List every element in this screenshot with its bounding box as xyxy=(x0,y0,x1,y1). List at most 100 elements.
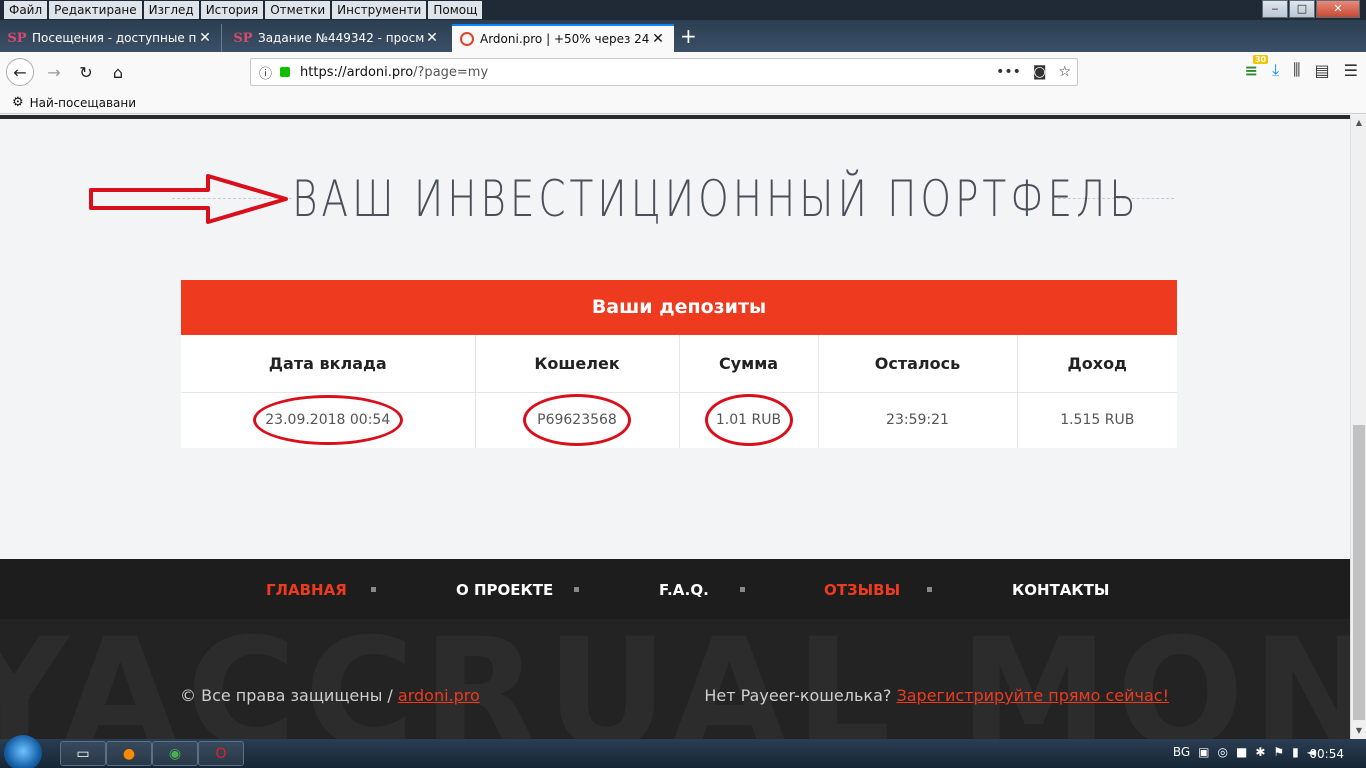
page-scrollbar[interactable]: ▲ ▼ xyxy=(1350,115,1366,739)
system-tray: BG ▣ ◎ ■ ✱ ⚑ ▮ ◄ xyxy=(1173,745,1316,759)
close-tab-icon[interactable]: ✕ xyxy=(650,31,666,47)
page-content: ВАШ ИНВЕСТИЦИОННЫЙ ПОРТФЕЛЬ Ваши депозит… xyxy=(0,115,1350,739)
clock[interactable]: 00:54 xyxy=(1309,747,1344,761)
nav-separator xyxy=(740,587,745,592)
table-row: 23.09.2018 00:54 P69623568 1.01 RUB 23:5… xyxy=(181,392,1177,448)
footer-watermark: YACCRUAL MONEYACCRUAL xyxy=(0,607,1350,739)
back-button[interactable]: ← xyxy=(6,58,34,86)
cell-income: 1.515 RUB xyxy=(1060,412,1135,429)
home-button[interactable]: ⌂ xyxy=(104,58,132,86)
copyright-link[interactable]: ardoni.pro xyxy=(398,686,480,705)
menu-history[interactable]: История xyxy=(200,1,264,19)
footer-link-contacts[interactable]: КОНТАКТЫ xyxy=(1012,581,1109,599)
footer-link-faq[interactable]: F.A.Q. xyxy=(659,581,709,599)
payeer-note: Нет Payeer-кошелька? Зарегистрируйте пря… xyxy=(704,686,1169,705)
footer: YACCRUAL MONEYACCRUAL ГЛАВНАЯ О ПРОЕКТЕ … xyxy=(0,559,1350,739)
app-icon[interactable]: ■ xyxy=(1236,745,1247,759)
nav-separator xyxy=(574,587,579,592)
menu-file[interactable]: Файл xyxy=(4,1,48,19)
tab-title: Ardoni.pro | +50% через 24 час xyxy=(480,32,650,46)
tab-task[interactable]: SP Задание №449342 - просмотр ✕ xyxy=(226,24,448,52)
column-header-income: Доход xyxy=(1017,335,1177,393)
media-icon[interactable]: ◎ xyxy=(1218,745,1228,759)
nav-separator xyxy=(371,587,376,592)
sidebar-icon[interactable]: ▤ xyxy=(1315,61,1330,80)
menu-tools[interactable]: Инструменти xyxy=(332,1,427,19)
bookmarks-bar: ⚙ Най-посещавани xyxy=(0,92,1366,114)
cell-amount: 1.01 RUB xyxy=(679,392,819,448)
firefox-icon[interactable]: ● xyxy=(106,741,152,766)
reload-button[interactable]: ↻ xyxy=(72,58,100,86)
download-icon[interactable]: ⤓ xyxy=(1272,60,1279,80)
maximize-button[interactable]: □ xyxy=(1289,0,1315,18)
tab-title: Посещения - доступные посе xyxy=(32,31,197,45)
bluetooth-icon[interactable]: ✱ xyxy=(1255,745,1265,759)
explorer-icon[interactable]: ▭ xyxy=(60,741,106,766)
network-icon[interactable]: ▮ xyxy=(1292,745,1299,759)
deposits-heading: Ваши депозиты xyxy=(181,280,1177,335)
minimize-button[interactable]: ‒ xyxy=(1262,0,1288,18)
sp-icon: SP xyxy=(7,30,27,46)
menu-help[interactable]: Помощ xyxy=(428,1,483,19)
page-actions-icon[interactable]: ••• xyxy=(996,64,1021,80)
table-header-row: Дата вклада Кошелек Сумма Осталось Доход xyxy=(181,335,1177,393)
navigation-bar: ← → ↻ ⌂ ⓘ https://ardoni.pro/?page=my ••… xyxy=(0,52,1366,92)
ardoni-icon xyxy=(460,32,474,46)
deposits-table: Дата вклада Кошелек Сумма Осталось Доход… xyxy=(181,335,1177,448)
tab-visits[interactable]: SP Посещения - доступные посе ✕ xyxy=(0,24,222,52)
toolbar-icons: ≡ 30 ⤓ ⫼ ▤ ☰ xyxy=(1245,54,1358,80)
pocket-icon[interactable]: ◙ xyxy=(1033,64,1047,80)
taskbar: ▭ ● ◉ O BG ▣ ◎ ■ ✱ ⚑ ▮ ◄ 00:54 xyxy=(0,735,1366,768)
close-tab-icon[interactable]: ✕ xyxy=(197,30,213,46)
column-header-date: Дата вклада xyxy=(181,335,476,393)
start-button[interactable] xyxy=(4,735,42,768)
cell-wallet: P69623568 xyxy=(475,392,680,448)
opera-icon[interactable]: O xyxy=(198,741,244,766)
bookmark-most-visited[interactable]: Най-посещавани xyxy=(30,96,136,110)
footer-link-about[interactable]: О ПРОЕКТЕ xyxy=(456,581,553,599)
sp-icon: SP xyxy=(233,30,253,46)
info-icon[interactable]: ⓘ xyxy=(259,63,272,82)
url-bar[interactable]: ⓘ https://ardoni.pro/?page=my ••• ◙ ☆ xyxy=(250,58,1078,86)
footer-link-home[interactable]: ГЛАВНАЯ xyxy=(266,581,347,599)
scroll-down-icon[interactable]: ▼ xyxy=(1351,723,1366,739)
close-window-button[interactable]: ✕ xyxy=(1316,0,1360,18)
bookmark-star-icon[interactable]: ☆ xyxy=(1058,64,1071,80)
new-tab-button[interactable]: + xyxy=(680,26,697,46)
copyright: © Все права защищены / ardoni.pro xyxy=(180,686,480,705)
footer-nav: ГЛАВНАЯ О ПРОЕКТЕ F.A.Q. ОТЗЫВЫ КОНТАКТЫ xyxy=(0,559,1350,619)
menu-bookmarks[interactable]: Отметки xyxy=(265,1,331,19)
menu-view[interactable]: Изглед xyxy=(143,1,199,19)
payeer-register-link[interactable]: Зарегистрируйте прямо сейчас! xyxy=(896,686,1169,705)
flag-icon[interactable]: ⚑ xyxy=(1273,745,1284,759)
library-icon[interactable]: ⫼ xyxy=(1293,60,1300,80)
extension-icon[interactable]: ≡ 30 xyxy=(1245,54,1269,80)
scrollbar-thumb[interactable] xyxy=(1353,425,1365,720)
column-header-wallet: Кошелек xyxy=(475,335,680,393)
cell-remaining: 23:59:21 xyxy=(818,392,1018,448)
language-indicator[interactable]: BG xyxy=(1173,745,1190,759)
tab-title: Задание №449342 - просмотр xyxy=(258,31,424,45)
extension-badge: 30 xyxy=(1252,54,1269,64)
nav-separator xyxy=(927,587,932,592)
menu-bar: Файл Редактиране Изглед История Отметки … xyxy=(0,0,1366,20)
column-header-remaining: Осталось xyxy=(818,335,1018,393)
footer-link-reviews[interactable]: ОТЗЫВЫ xyxy=(824,581,900,599)
header-strip xyxy=(0,115,1350,119)
scroll-up-icon[interactable]: ▲ xyxy=(1351,115,1366,131)
monitor-icon[interactable]: ▣ xyxy=(1198,745,1209,759)
forward-button[interactable]: → xyxy=(40,58,68,86)
close-tab-icon[interactable]: ✕ xyxy=(424,30,440,46)
column-header-amount: Сумма xyxy=(679,335,819,393)
tab-strip: SP Посещения - доступные посе ✕ SP Задан… xyxy=(0,20,1366,52)
chrome-icon[interactable]: ◉ xyxy=(152,741,198,766)
url-text: https://ardoni.pro/?page=my xyxy=(300,64,489,80)
deposits-panel: Ваши депозиты Дата вклада Кошелек Сумма … xyxy=(181,280,1177,448)
annotation-arrow-icon xyxy=(89,174,288,224)
hamburger-menu-icon[interactable]: ☰ xyxy=(1344,61,1358,80)
gear-icon: ⚙ xyxy=(12,95,24,110)
lock-icon xyxy=(280,67,291,77)
tab-ardoni[interactable]: Ardoni.pro | +50% через 24 час ✕ xyxy=(452,24,674,52)
menu-edit[interactable]: Редактиране xyxy=(49,1,142,19)
cell-date: 23.09.2018 00:54 xyxy=(181,392,476,448)
